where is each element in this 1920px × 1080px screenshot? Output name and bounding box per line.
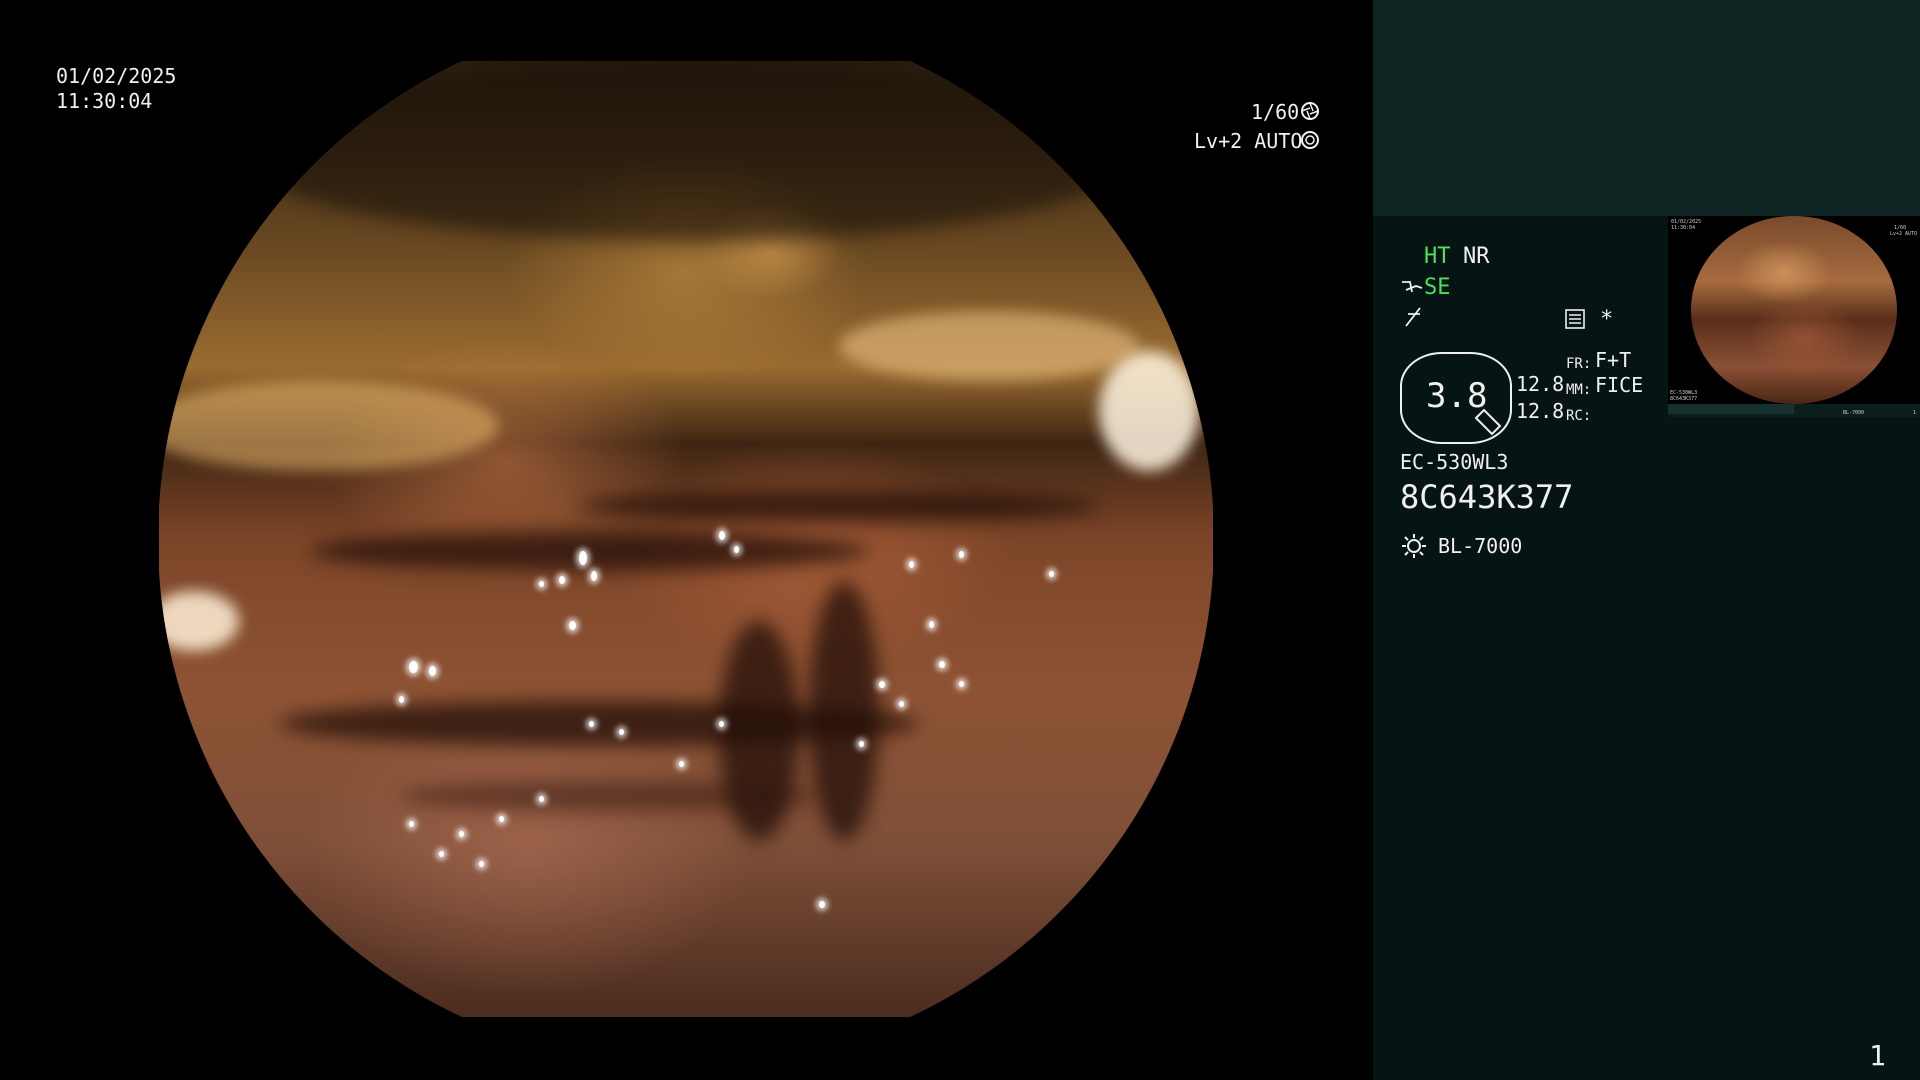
fr-value: F+T (1595, 348, 1632, 372)
iris-level: Lv+2 AUTO (1194, 129, 1303, 153)
fr-label: FR: (1566, 356, 1592, 372)
thumbnail-image (1691, 216, 1897, 404)
thumbnail-caption-accent (1668, 404, 1794, 414)
enhancement-a: 12.8 (1516, 372, 1565, 396)
enhancement-b: 12.8 (1516, 399, 1565, 423)
thumbnail-light-source: BL-7000 (1843, 410, 1865, 416)
exam-date: 01/02/2025 (56, 64, 177, 88)
page-number: 1 (1869, 1039, 1886, 1072)
scope-model: EC-530WL3 (1400, 450, 1509, 474)
light-source-model: BL-7000 (1438, 534, 1523, 558)
exam-time: 11:30:04 (56, 89, 153, 113)
fold-icon (1402, 306, 1424, 332)
zoom-lens-icon (1472, 408, 1502, 442)
rc-label: RC: (1566, 408, 1592, 424)
thumbnail-page-number: 1 (1913, 410, 1917, 416)
scope-angle-icon (1400, 278, 1424, 302)
captured-thumbnail[interactable]: 01/02/2025 11:30:04 1/60 Lv+2 AUTO EC-53… (1668, 216, 1920, 404)
shutter-icon (1300, 101, 1320, 125)
nr-indicator: NR (1463, 244, 1490, 269)
endoscope-view (159, 61, 1213, 1017)
ht-indicator: HT (1424, 244, 1451, 269)
thumbnail-iris: Lv+2 AUTO (1890, 231, 1918, 237)
mm-value: FICE (1595, 373, 1644, 397)
iris-icon (1300, 130, 1320, 154)
memo-icon (1564, 308, 1586, 334)
thumbnail-time: 11:30:04 (1671, 225, 1696, 231)
thumbnail-serial: 8C643K377 (1670, 396, 1698, 402)
mm-label: MM: (1566, 382, 1592, 398)
asterisk-indicator: * (1600, 307, 1614, 332)
scope-serial: 8C643K377 (1400, 478, 1574, 516)
light-source-icon (1400, 532, 1428, 564)
panel-header-area (1373, 0, 1920, 216)
se-indicator: SE (1424, 275, 1451, 300)
shutter-speed: 1/60 (1251, 100, 1300, 124)
